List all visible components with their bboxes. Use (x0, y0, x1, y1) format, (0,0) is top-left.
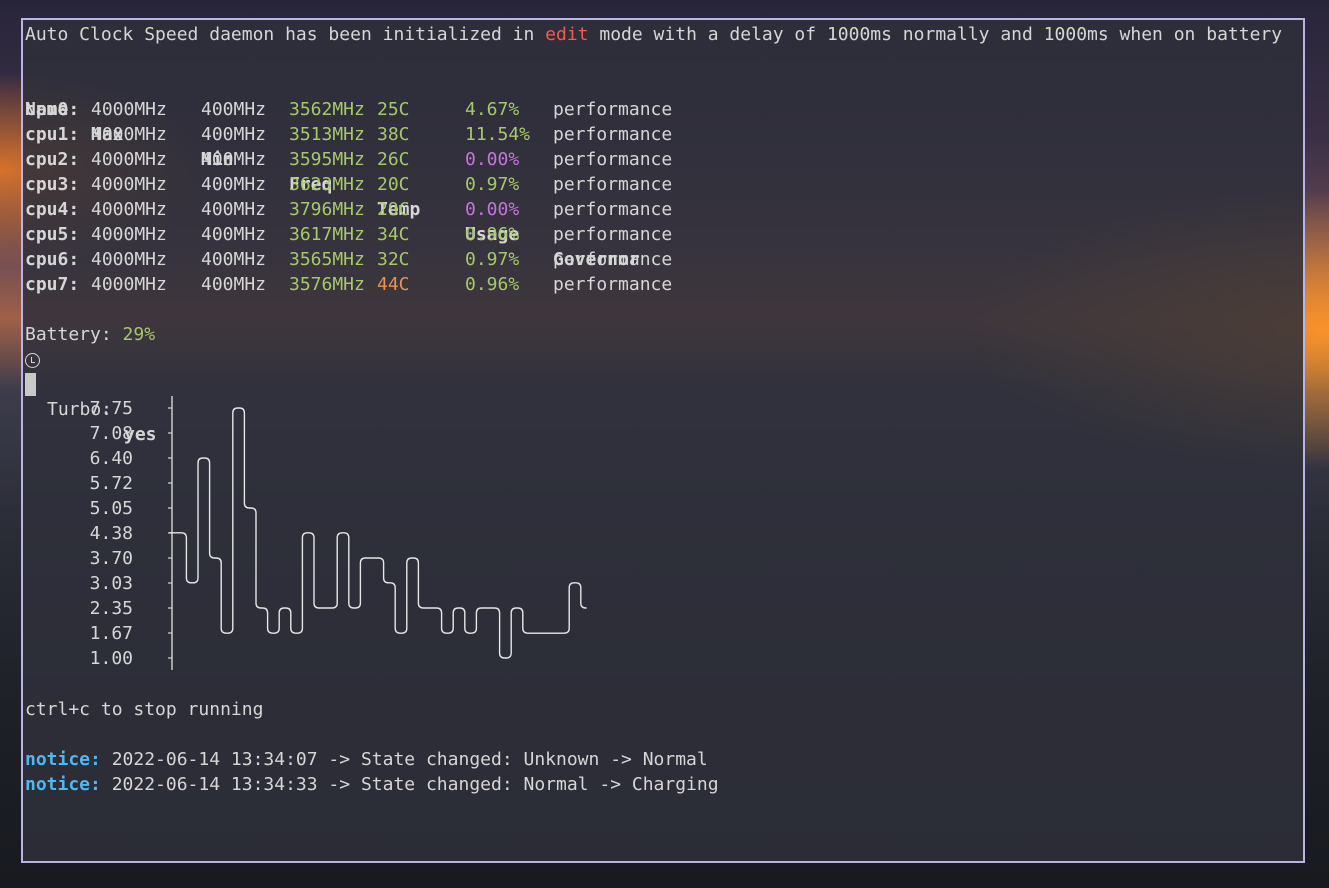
usage-series-line (169, 407, 587, 659)
y-tick-label: 5.72 (90, 473, 133, 494)
cpu-usage-graph: 7.75 7.08 6.40 5.72 5.05 4.38 3.70 3.03 2.35 1.67… (90, 396, 587, 670)
y-tick-label: 2.35 (90, 598, 133, 619)
y-tick-label: 1.67 (90, 623, 133, 644)
y-tick-label: 3.03 (90, 573, 133, 594)
y-tick-label: 7.08 (90, 423, 133, 444)
notice-line: notice: 2022-06-14 13:34:07 -> State cha… (25, 747, 708, 772)
notice-label: notice: (25, 749, 101, 770)
y-tick-label: 3.70 (90, 548, 133, 569)
y-tick-label: 7.75 (90, 398, 133, 419)
notice-text: 2022-06-14 13:34:33 -> State changed: No… (100, 774, 719, 795)
notice-text: 2022-06-14 13:34:07 -> State changed: Un… (100, 749, 708, 770)
y-tick-label: 5.05 (90, 498, 133, 519)
stop-hint: ctrl+c to stop running (25, 699, 264, 720)
y-tick-label: 4.38 (90, 523, 133, 544)
notice-line: notice: 2022-06-14 13:34:33 -> State cha… (25, 772, 719, 797)
notice-label: notice: (25, 774, 101, 795)
terminal-window[interactable]: Auto Clock Speed daemon has been initial… (21, 18, 1305, 863)
y-tick-label: 1.00 (90, 648, 133, 669)
y-tick-label: 6.40 (90, 448, 133, 469)
